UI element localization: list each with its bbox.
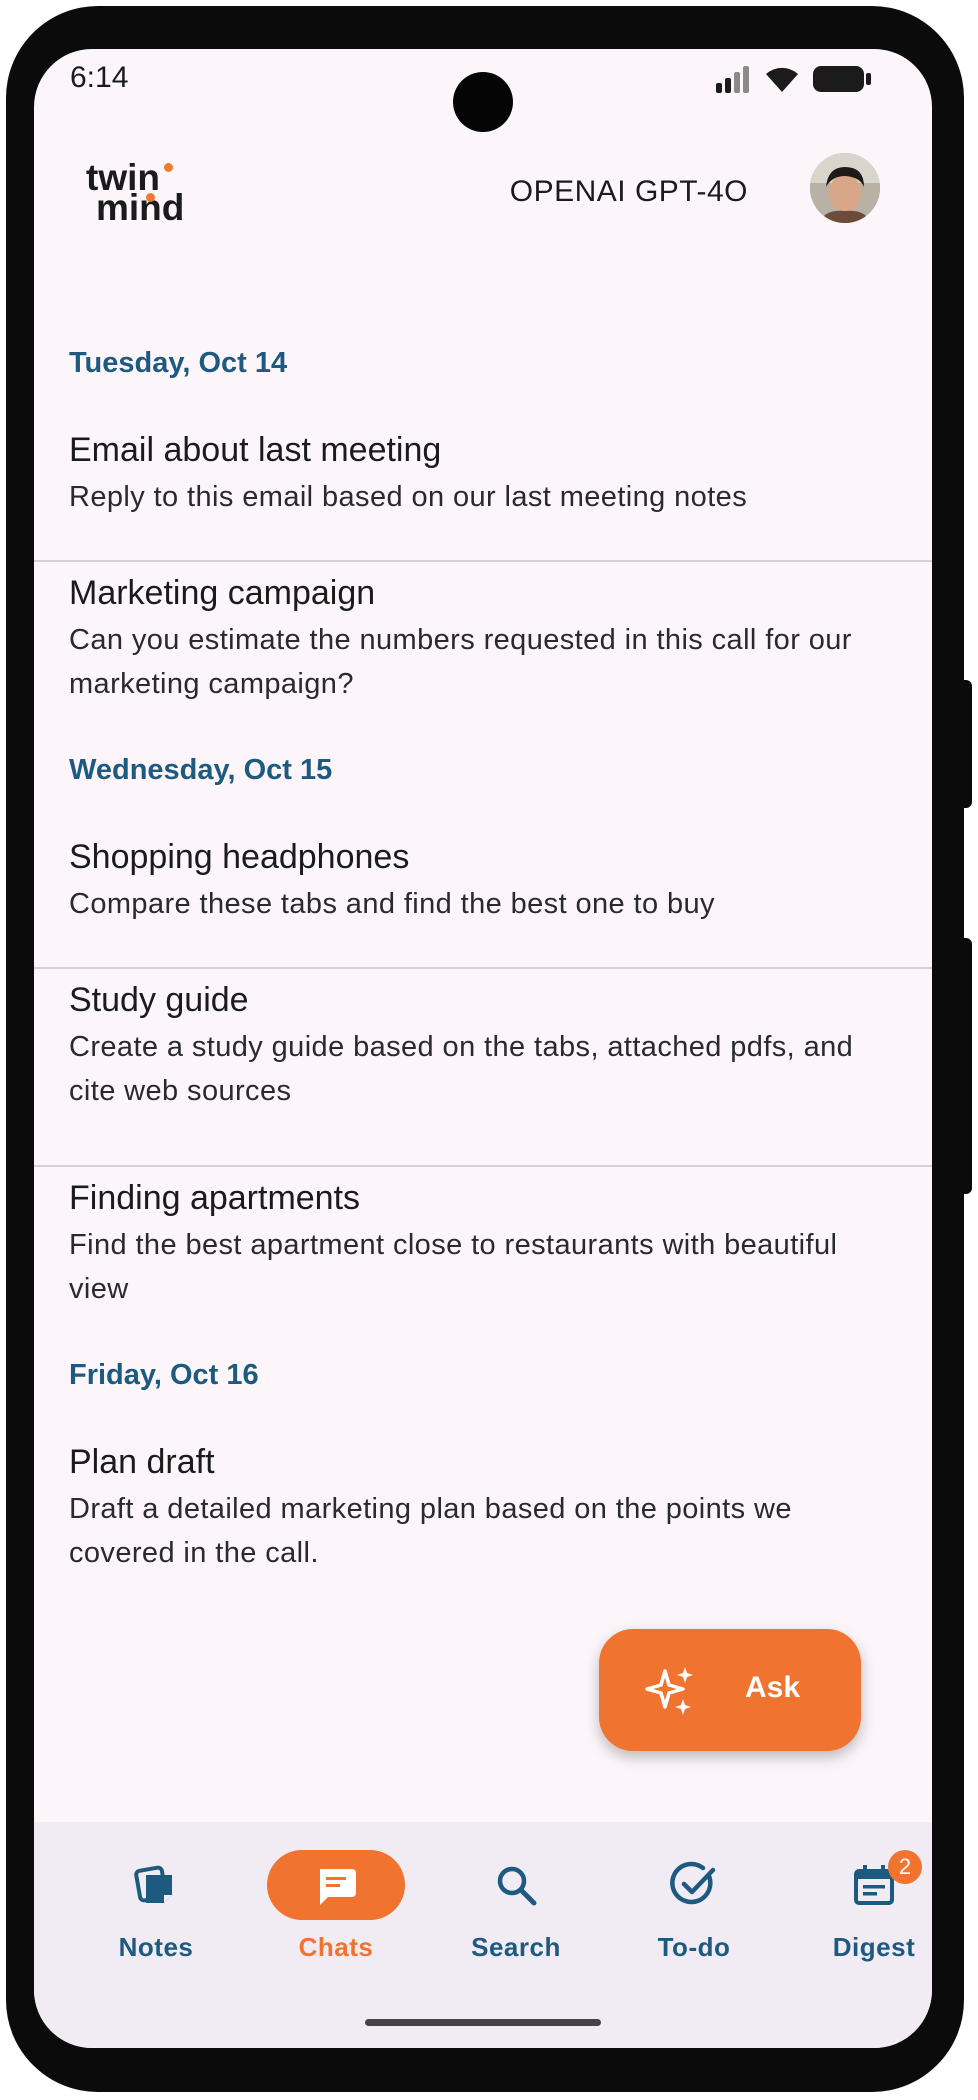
signal-icon	[716, 66, 749, 93]
chat-title: Plan draft	[69, 1443, 215, 1481]
nav-icon-container	[625, 1850, 763, 1920]
bottom-navigation: Notes Chats Search To-do 2 Digest	[34, 1822, 932, 2048]
notes-icon	[134, 1865, 172, 1903]
model-selector[interactable]: OPENAI GPT-4O	[510, 175, 748, 209]
sparkles-icon	[645, 1667, 693, 1715]
status-bar: 6:14	[34, 49, 932, 132]
twinmind-logo: twin mind	[82, 159, 202, 227]
chat-item[interactable]: Study guide Create a study guide based o…	[34, 969, 932, 1164]
app-screen: 6:14 twin mind OPENAI GPT-4O Tuesday, Oc…	[34, 49, 932, 2048]
chat-title: Study guide	[69, 981, 249, 1019]
logo-accent-dot	[164, 163, 173, 172]
nav-item-digest[interactable]: 2 Digest	[784, 1822, 932, 1982]
ask-button-label: Ask	[745, 1671, 801, 1704]
chat-title: Shopping headphones	[69, 838, 410, 876]
logo-line-2: mind	[96, 187, 185, 228]
volume-button	[962, 680, 972, 808]
status-icons	[714, 63, 872, 95]
nav-label: Search	[471, 1932, 561, 1962]
front-camera	[453, 72, 513, 132]
nav-item-todo[interactable]: To-do	[604, 1822, 784, 1982]
chat-item[interactable]: Plan draft Draft a detailed marketing pl…	[34, 1431, 932, 1611]
nav-label: Digest	[832, 1932, 916, 1962]
nav-icon-container	[447, 1850, 585, 1920]
date-header: Tuesday, Oct 14	[69, 347, 288, 379]
chat-item[interactable]: Email about last meeting Reply to this e…	[34, 419, 932, 559]
ask-button[interactable]: Ask	[599, 1629, 861, 1751]
nav-label: Notes	[118, 1932, 194, 1962]
search-icon	[497, 1866, 537, 1906]
chat-item[interactable]: Finding apartments Find the best apartme…	[34, 1167, 932, 1347]
home-indicator[interactable]	[365, 2019, 601, 2026]
date-header: Wednesday, Oct 15	[69, 754, 333, 786]
chat-subtitle: Compare these tabs and find the best one…	[69, 888, 715, 920]
chat-subtitle: Can you estimate the numbers requested i…	[69, 624, 852, 700]
check-circle-icon	[670, 1861, 716, 1905]
avatar-photo	[810, 153, 880, 223]
power-button	[962, 938, 972, 1194]
nav-label: To-do	[657, 1932, 731, 1962]
logo-accent-dot	[146, 193, 155, 202]
nav-icon-container	[267, 1850, 405, 1920]
chat-title: Email about last meeting	[69, 431, 442, 469]
app-header: twin mind OPENAI GPT-4O	[34, 149, 932, 259]
chat-subtitle: Create a study guide based on the tabs, …	[69, 1031, 854, 1107]
chat-subtitle: Reply to this email based on our last me…	[69, 481, 748, 513]
chat-subtitle: Find the best apartment close to restaur…	[69, 1229, 838, 1305]
chat-subtitle: Draft a detailed marketing plan based on…	[69, 1493, 792, 1569]
chat-title: Marketing campaign	[69, 574, 376, 612]
user-avatar[interactable]	[810, 153, 880, 223]
chat-item[interactable]: Shopping headphones Compare these tabs a…	[34, 826, 932, 966]
chat-item[interactable]: Marketing campaign Can you estimate the …	[34, 562, 932, 742]
date-header: Friday, Oct 16	[69, 1359, 259, 1391]
chat-title: Finding apartments	[69, 1179, 361, 1217]
nav-item-notes[interactable]: Notes	[66, 1822, 246, 1982]
battery-icon	[813, 66, 871, 92]
nav-item-chats[interactable]: Chats	[246, 1822, 426, 1982]
nav-icon-container	[87, 1850, 225, 1920]
nav-item-search[interactable]: Search	[426, 1822, 606, 1982]
nav-label: Chats	[298, 1932, 374, 1962]
chat-bubble-icon	[320, 1869, 356, 1905]
wifi-icon	[766, 67, 798, 92]
digest-badge: 2	[888, 1850, 922, 1884]
status-time: 6:14	[70, 61, 129, 94]
